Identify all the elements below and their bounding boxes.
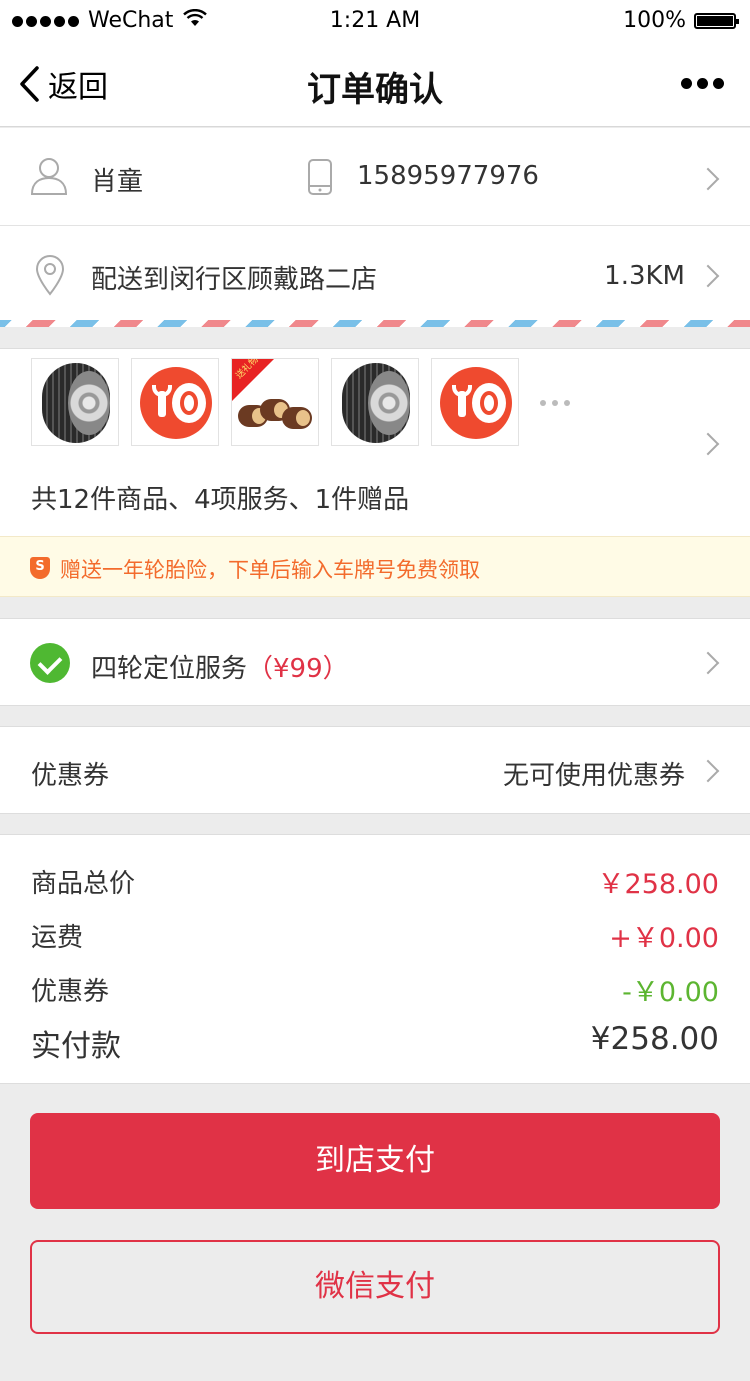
service-thumbnail[interactable] bbox=[131, 358, 219, 446]
user-icon bbox=[30, 158, 68, 195]
battery-status: 100% bbox=[623, 8, 739, 33]
service-row[interactable]: 四轮定位服务（¥99） bbox=[0, 618, 750, 706]
chevron-right-icon bbox=[696, 264, 720, 288]
airmail-border bbox=[0, 320, 750, 327]
product-thumbnail[interactable] bbox=[31, 358, 119, 446]
notice-text: 赠送一年轮胎险，下单后输入车牌号免费领取 bbox=[60, 558, 480, 582]
wechat-pay-button[interactable]: 微信支付 bbox=[30, 1240, 720, 1334]
shipping-value: +￥0.00 bbox=[609, 923, 719, 954]
shipping-label: 运费 bbox=[31, 923, 84, 953]
service-thumbnail[interactable] bbox=[431, 358, 519, 446]
phone-icon bbox=[308, 159, 332, 195]
location-pin-icon bbox=[35, 255, 65, 296]
shield-icon: S bbox=[30, 557, 50, 579]
gift-thumbnail[interactable]: 送礼物 bbox=[231, 358, 319, 446]
contact-row[interactable]: 肖童 15895977976 bbox=[0, 128, 750, 225]
total-label: 实付款 bbox=[31, 1029, 121, 1064]
discount-value: -￥0.00 bbox=[622, 977, 719, 1008]
gift-image bbox=[238, 395, 314, 435]
discount-label: 优惠券 bbox=[31, 977, 110, 1007]
coupon-value: 无可使用优惠券 bbox=[502, 761, 685, 791]
battery-percent: 100% bbox=[623, 8, 686, 33]
checkmark-icon[interactable] bbox=[30, 643, 70, 683]
total-value: ¥258.00 bbox=[590, 1021, 719, 1057]
delivery-row[interactable]: 配送到闵行区顾戴路二店 1.3KM bbox=[0, 226, 750, 320]
tire-service-icon bbox=[140, 367, 212, 439]
service-label-wrap: 四轮定位服务（¥99） bbox=[91, 648, 349, 685]
coupon-label: 优惠券 bbox=[31, 761, 110, 791]
contact-name: 肖童 bbox=[91, 167, 144, 197]
more-button[interactable] bbox=[676, 78, 724, 89]
subtotal-label: 商品总价 bbox=[31, 869, 136, 899]
battery-icon bbox=[694, 12, 739, 29]
status-bar: WeChat 1:21 AM 100% bbox=[0, 0, 750, 42]
service-label: 四轮定位服务 bbox=[91, 654, 248, 684]
chevron-right-icon bbox=[696, 167, 720, 191]
chevron-right-icon bbox=[696, 651, 720, 675]
navigation-bar: 返回 订单确认 bbox=[0, 42, 750, 127]
insurance-notice: S 赠送一年轮胎险，下单后输入车牌号免费领取 bbox=[0, 536, 750, 597]
product-thumbnail[interactable] bbox=[331, 358, 419, 446]
tire-service-icon bbox=[440, 367, 512, 439]
subtotal-value: ￥258.00 bbox=[597, 869, 719, 900]
delivery-address: 配送到闵行区顾戴路二店 bbox=[91, 265, 378, 295]
more-items-icon bbox=[540, 400, 576, 406]
service-price: （¥99） bbox=[247, 654, 349, 684]
coupon-row[interactable]: 优惠券 无可使用优惠券 bbox=[0, 726, 750, 814]
contact-phone: 15895977976 bbox=[357, 161, 539, 191]
delivery-distance: 1.3KM bbox=[604, 261, 685, 291]
price-summary: 商品总价 ￥258.00 运费 +￥0.00 优惠券 -￥0.00 实付款 ¥2… bbox=[0, 834, 750, 1084]
products-summary: 共12件商品、4项服务、1件赠品 bbox=[31, 485, 410, 515]
chevron-right-icon bbox=[696, 759, 720, 783]
page-title: 订单确认 bbox=[307, 70, 443, 110]
pay-in-store-button[interactable]: 到店支付 bbox=[30, 1113, 720, 1209]
